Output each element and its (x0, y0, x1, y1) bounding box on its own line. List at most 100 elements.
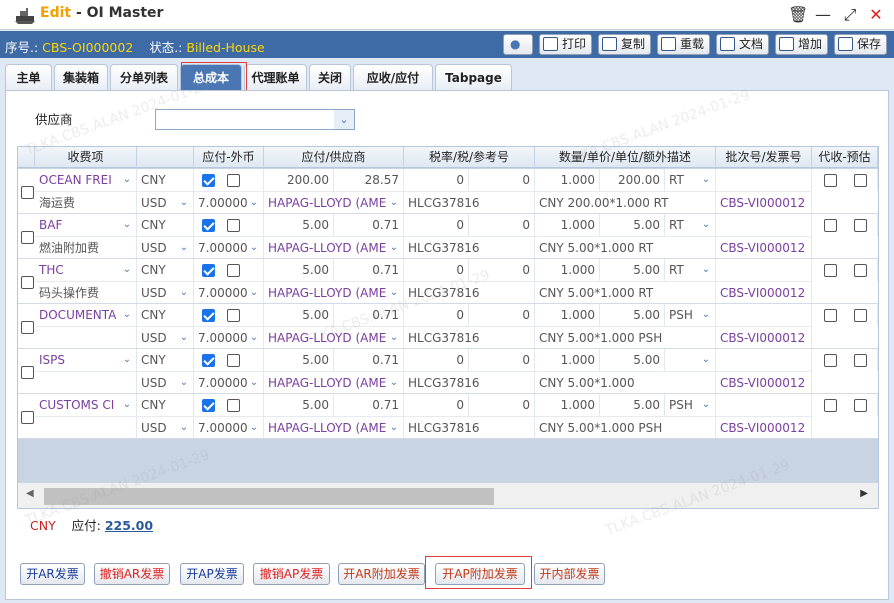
amount[interactable]: 5.00 (264, 259, 334, 281)
chevron-down-icon[interactable]: ⌄ (699, 263, 713, 277)
quantity[interactable]: 1.000 (535, 259, 600, 281)
close-icon[interactable]: ✕ (866, 5, 886, 25)
chevron-down-icon[interactable]: ⌄ (387, 376, 401, 390)
invoice-no[interactable]: CBS-VI000012 (716, 416, 812, 438)
invoice-no[interactable]: CBS-VI000012 (716, 191, 812, 213)
exchange-rate[interactable]: 7.00000 ⌄ (194, 416, 264, 438)
unit[interactable]: RT ⌄ (665, 259, 716, 281)
cancel-ap-invoice-button[interactable]: 撤销AP发票 (253, 563, 330, 585)
invoice-no[interactable]: CBS-VI000012 (716, 371, 812, 393)
chevron-down-icon[interactable]: ⌄ (699, 353, 713, 367)
open-internal-invoice-button[interactable]: 开内部发票 (534, 563, 605, 585)
batch-no[interactable] (716, 394, 812, 416)
chevron-down-icon[interactable]: ⌄ (247, 241, 261, 255)
extra-description[interactable]: CNY 5.00*1.000 RT (535, 236, 716, 258)
chevron-down-icon[interactable]: ⌄ (699, 218, 713, 232)
tax-amount[interactable]: 0 (469, 304, 535, 326)
amount-fx[interactable]: 0.71 (334, 259, 404, 281)
amount-fx[interactable]: 0.71 (334, 394, 404, 416)
amount-fx[interactable]: 0.71 (334, 349, 404, 371)
fx-currency[interactable]: USD ⌄ (137, 191, 194, 213)
tax-amount[interactable]: 0 (469, 349, 535, 371)
trash-icon[interactable]: 🗑 (788, 5, 808, 25)
chevron-down-icon[interactable]: ⌄ (177, 196, 191, 210)
unit-price[interactable]: 5.00 (600, 259, 665, 281)
collect-checkbox[interactable] (824, 354, 837, 367)
fx-currency[interactable]: USD ⌄ (137, 371, 194, 393)
collect-checkbox[interactable] (824, 219, 837, 232)
amount[interactable]: 5.00 (264, 214, 334, 236)
exchange-rate[interactable]: 7.00000 ⌄ (194, 236, 264, 258)
row-select-checkbox[interactable] (21, 276, 34, 289)
unit-price[interactable]: 5.00 (600, 394, 665, 416)
exchange-rate[interactable]: 7.00000 ⌄ (194, 281, 264, 303)
footer-total[interactable]: 225.00 (105, 518, 153, 533)
chevron-down-icon[interactable]: ⌄ (247, 376, 261, 390)
tax-amount[interactable]: 0 (469, 214, 535, 236)
amount[interactable]: 5.00 (264, 304, 334, 326)
tab-tabpage[interactable]: Tabpage (435, 64, 512, 91)
chevron-down-icon[interactable]: ⌄ (120, 308, 134, 322)
chevron-down-icon[interactable]: ⌄ (699, 398, 713, 412)
supplier[interactable]: HAPAG-LLOYD (AME ⌄ (264, 371, 404, 393)
chevron-down-icon[interactable]: ⌄ (387, 421, 401, 435)
invoice-no[interactable]: CBS-VI000012 (716, 236, 812, 258)
tab-containers[interactable]: 集装箱 (54, 64, 108, 91)
unit-price[interactable]: 5.00 (600, 214, 665, 236)
unit[interactable]: PSH ⌄ (665, 394, 716, 416)
tab-house-list[interactable]: 分单列表 (110, 64, 178, 91)
tax-rate[interactable]: 0 (404, 394, 469, 416)
fc-checkbox[interactable] (202, 309, 215, 322)
tab-ar-ap[interactable]: 应收/应付 (353, 64, 433, 91)
chevron-down-icon[interactable]: ⌄ (334, 110, 354, 129)
chevron-down-icon[interactable]: ⌄ (177, 421, 191, 435)
reference-no[interactable]: HLCG37816 (404, 326, 535, 348)
amount[interactable]: 200.00 (264, 169, 334, 191)
fc-checkbox-2[interactable] (227, 399, 240, 412)
tab-main[interactable]: 主单 (5, 64, 52, 91)
supplier[interactable]: HAPAG-LLOYD (AME ⌄ (264, 281, 404, 303)
add-button[interactable]: 增加 (775, 34, 828, 55)
exchange-rate[interactable]: 7.00000 ⌄ (194, 371, 264, 393)
extra-description[interactable]: CNY 5.00*1.000 (535, 371, 716, 393)
open-ar-invoice-button[interactable]: 开AR发票 (20, 563, 85, 585)
reference-no[interactable]: HLCG37816 (404, 236, 535, 258)
unit-price[interactable]: 5.00 (600, 304, 665, 326)
tab-agent-bill[interactable]: 代理账单 (244, 64, 307, 91)
batch-no[interactable] (716, 214, 812, 236)
batch-no[interactable] (716, 259, 812, 281)
batch-no[interactable] (716, 304, 812, 326)
charge-code[interactable]: BAF ⌄ (35, 214, 137, 236)
chevron-down-icon[interactable]: ⌄ (177, 331, 191, 345)
supplier[interactable]: HAPAG-LLOYD (AME ⌄ (264, 236, 404, 258)
tax-rate[interactable]: 0 (404, 214, 469, 236)
fc-checkbox-2[interactable] (227, 354, 240, 367)
chevron-down-icon[interactable]: ⌄ (177, 241, 191, 255)
fc-checkbox-2[interactable] (227, 264, 240, 277)
tax-amount[interactable]: 0 (469, 394, 535, 416)
chevron-down-icon[interactable]: ⌄ (387, 196, 401, 210)
chevron-down-icon[interactable]: ⌄ (699, 173, 713, 187)
unit[interactable]: ⌄ (665, 349, 716, 371)
tax-rate[interactable]: 0 (404, 169, 469, 191)
chevron-down-icon[interactable]: ⌄ (120, 218, 134, 232)
chevron-down-icon[interactable]: ⌄ (120, 263, 134, 277)
supplier[interactable]: HAPAG-LLOYD (AME ⌄ (264, 416, 404, 438)
chevron-down-icon[interactable]: ⌄ (120, 173, 134, 187)
row-select-checkbox[interactable] (21, 321, 34, 334)
row-select-checkbox[interactable] (21, 186, 34, 199)
estimate-checkbox[interactable] (854, 264, 867, 277)
open-ap-invoice-button[interactable]: 开AP发票 (180, 563, 244, 585)
print-button[interactable]: 打印 (539, 34, 592, 55)
reference-no[interactable]: HLCG37816 (404, 191, 535, 213)
amount[interactable]: 5.00 (264, 394, 334, 416)
chevron-down-icon[interactable]: ⌄ (177, 376, 191, 390)
maximize-icon[interactable]: ⤢ (840, 5, 860, 25)
refresh-button[interactable]: ● (503, 34, 533, 55)
chevron-down-icon[interactable]: ⌄ (247, 331, 261, 345)
fc-checkbox[interactable] (202, 264, 215, 277)
estimate-checkbox[interactable] (854, 174, 867, 187)
minimize-icon[interactable]: — (813, 5, 833, 25)
fx-currency[interactable]: USD ⌄ (137, 236, 194, 258)
row-select-checkbox[interactable] (21, 366, 34, 379)
